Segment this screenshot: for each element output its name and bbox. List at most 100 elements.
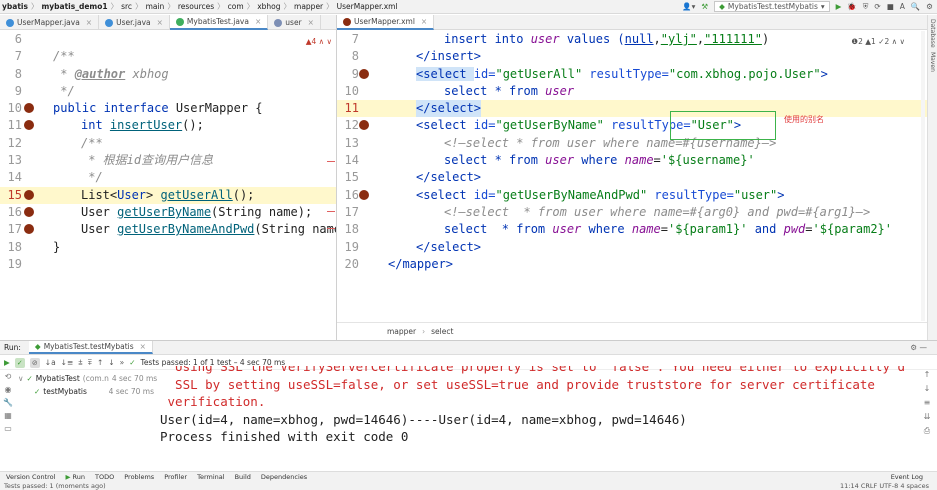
scroll-end-icon[interactable]: ⇊ xyxy=(924,412,931,421)
sort-duration-icon[interactable]: ↓≡ xyxy=(61,358,74,367)
run-panel-label: Run: xyxy=(4,343,21,352)
editor-tab[interactable]: MybatisTest.java × xyxy=(169,15,269,30)
editor-scrollbar[interactable] xyxy=(921,31,925,321)
scroll-down-icon[interactable]: ↓ xyxy=(924,384,931,393)
mybatis-bird-icon[interactable] xyxy=(24,120,34,131)
code-text: = xyxy=(805,222,813,237)
terminal-tool[interactable]: Terminal xyxy=(197,473,224,481)
rerun-icon[interactable]: ▶ xyxy=(4,358,10,367)
crumb-com[interactable]: com xyxy=(228,2,244,11)
stop-icon[interactable]: ■ xyxy=(887,2,894,11)
mybatis-bird-icon[interactable] xyxy=(359,189,369,200)
crumb-file[interactable]: UserMapper.xml xyxy=(337,2,398,11)
mybatis-bird-icon[interactable] xyxy=(24,206,34,217)
gear-icon[interactable]: ⚙ xyxy=(926,2,933,11)
editor-crumb-mapper[interactable]: mapper xyxy=(387,327,416,336)
gear-icon[interactable]: ⚙ — xyxy=(910,343,937,352)
more-icon[interactable]: » xyxy=(120,358,125,367)
crumb-src[interactable]: src xyxy=(121,2,132,11)
print-icon[interactable]: ⎙ xyxy=(924,426,930,436)
code-text: name xyxy=(631,222,661,237)
collapse-all-icon[interactable]: ⩱ xyxy=(88,358,92,368)
run-tab[interactable]: ◆ MybatisTest.testMybatis × xyxy=(28,341,153,354)
breadcrumb: ybatis 〉 mybatis_demo1 〉 src 〉 main 〉 resour… xyxy=(2,2,398,11)
close-icon[interactable]: × xyxy=(308,18,314,27)
close-icon[interactable]: × xyxy=(86,18,92,27)
version-control-tool[interactable]: Version Control xyxy=(6,473,55,481)
tree-row[interactable]: ∨ ✓ MybatisTest (com.n 4 sec 70 ms xyxy=(18,372,158,385)
coverage-icon[interactable]: ⛨ xyxy=(863,2,869,12)
hammer-icon[interactable]: ⚒ xyxy=(701,2,708,11)
sort-alpha-icon[interactable]: ↓a xyxy=(45,358,56,367)
crumb-xbhog[interactable]: xbhog xyxy=(257,2,280,11)
code-text: resultType= xyxy=(647,187,734,202)
expand-all-icon[interactable]: ⩲ xyxy=(78,358,82,368)
console-output[interactable]: Using SSL the VerifyServerCertificate pr… xyxy=(160,366,905,461)
prev-failed-icon[interactable]: ↑ xyxy=(97,358,103,367)
dependencies-tool[interactable]: Dependencies xyxy=(261,473,307,481)
error-marker xyxy=(327,228,335,229)
editor-tab[interactable]: UserMapper.xml × xyxy=(337,15,435,30)
debug-icon[interactable]: 🐞 xyxy=(847,2,856,11)
next-failed-icon[interactable]: ↓ xyxy=(108,358,114,367)
crumb-mapper[interactable]: mapper xyxy=(294,2,323,11)
database-tool-button[interactable]: Database xyxy=(929,19,936,48)
show-ignored-icon[interactable]: ⊘ xyxy=(29,357,40,368)
close-icon[interactable]: × xyxy=(421,17,427,26)
test-tree: ∨ ✓ MybatisTest (com.n 4 sec 70 ms ✓ test… xyxy=(18,372,158,460)
line-number: 12 xyxy=(344,118,359,133)
mybatis-bird-icon[interactable] xyxy=(359,68,369,79)
mybatis-bird-icon[interactable] xyxy=(359,120,369,131)
tree-row[interactable]: ✓ testMybatis 4 sec 70 ms xyxy=(18,385,158,398)
run-tool[interactable]: ▶ Run xyxy=(65,473,85,481)
code-text: "com.xbhog.pojo.User" xyxy=(668,66,821,81)
show-passed-icon[interactable]: ✓ xyxy=(14,357,25,368)
build-tool[interactable]: Build xyxy=(235,473,251,481)
line-number: 8 xyxy=(14,66,22,81)
run-icon[interactable]: ▶ xyxy=(836,2,842,11)
crumb-module[interactable]: mybatis_demo1 xyxy=(41,2,107,11)
xml-editor[interactable]: ❶2 ▲1 ✓2 ∧ ∨ 7 insert into user values (n… xyxy=(337,31,927,321)
stop-icon[interactable]: ⟲ xyxy=(5,372,12,381)
mybatis-bird-icon[interactable] xyxy=(24,224,34,235)
code-text: id= xyxy=(473,118,496,133)
close-icon[interactable]: × xyxy=(255,17,261,26)
crumb-project[interactable]: ybatis xyxy=(2,2,28,11)
code-text: <select xyxy=(416,118,474,133)
run-config-selector[interactable]: ◆ MybatisTest.testMybatis ▾ xyxy=(714,1,830,12)
crumb-main[interactable]: main xyxy=(146,2,165,11)
profiler-tool[interactable]: Profiler xyxy=(164,473,187,481)
screenshot-icon[interactable]: ▭ xyxy=(4,424,12,433)
search-icon[interactable]: 🔍 xyxy=(911,2,920,11)
camera-icon[interactable]: ◉ xyxy=(5,385,12,394)
editor-crumb-select[interactable]: select xyxy=(431,327,453,336)
todo-tool[interactable]: TODO xyxy=(95,473,114,481)
close-icon[interactable]: × xyxy=(140,342,146,351)
line-number: 11 xyxy=(344,101,359,116)
soft-wrap-icon[interactable]: ≡ xyxy=(924,398,931,407)
wrench-icon[interactable]: 🔧 xyxy=(3,398,13,407)
translate-icon[interactable]: A xyxy=(900,2,905,11)
crumb-resources[interactable]: resources xyxy=(178,2,214,11)
code-text: "getUserByNameAndPwd" xyxy=(495,187,648,202)
scroll-up-icon[interactable]: ↑ xyxy=(924,370,931,379)
editor-tab[interactable]: UserMapper.java × xyxy=(0,15,100,30)
maven-tool-button[interactable]: Maven xyxy=(929,52,936,72)
close-icon[interactable]: × xyxy=(157,18,163,27)
code-text: = xyxy=(660,222,668,237)
error-marker xyxy=(327,211,335,212)
user-icon[interactable]: 👤▾ xyxy=(682,2,695,11)
java-editor[interactable]: ▲4 ∧ ∨ 6 7/** 8 * @author xbhog 9 */ 10 p… xyxy=(0,31,336,329)
mybatis-bird-icon[interactable] xyxy=(24,103,34,114)
problems-tool[interactable]: Problems xyxy=(124,473,154,481)
profile-icon[interactable]: ⟳ xyxy=(874,2,880,11)
editor-tab[interactable]: user × xyxy=(268,15,321,30)
code-text: public interface xyxy=(53,101,176,116)
layout-icon[interactable]: ▦ xyxy=(4,411,12,420)
mybatis-bird-icon[interactable] xyxy=(24,189,34,200)
status-bar: Tests passed: 1 (moments ago) 11:14 CRLF… xyxy=(0,482,937,490)
code-text: '${username}' xyxy=(660,153,755,168)
editor-tab[interactable]: User.java × xyxy=(99,15,170,30)
event-log-tool[interactable]: Event Log xyxy=(891,473,937,481)
status-info[interactable]: 11:14 CRLF UTF-8 4 spaces xyxy=(840,482,937,490)
